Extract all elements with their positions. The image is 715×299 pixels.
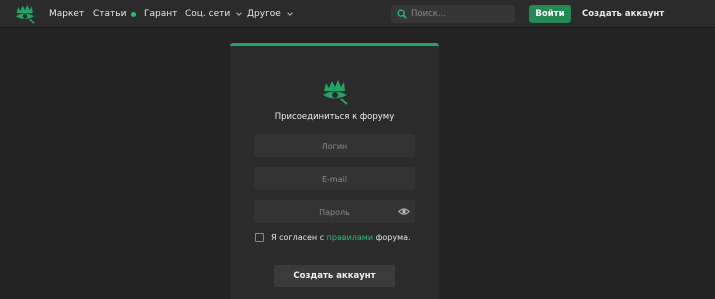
nav-articles-label: Статьи: [93, 9, 127, 19]
nav-market-label: Маркет: [49, 9, 85, 19]
nav-articles[interactable]: Статьи: [93, 0, 137, 28]
nav-social-label: Соц. сети: [185, 9, 231, 19]
terms-text-prefix: Я согласен с: [271, 233, 327, 242]
nav-other[interactable]: Другое: [247, 0, 294, 28]
nav-market[interactable]: Маркет: [49, 0, 84, 28]
terms-checkbox[interactable]: [255, 233, 264, 242]
registration-card: Присоединиться к форуму Я согласен с пра…: [230, 43, 439, 299]
terms-agreement: Я согласен с правилами форума.: [255, 233, 411, 242]
login-field: [254, 134, 415, 158]
nav-guarantor[interactable]: Гарант: [144, 0, 177, 28]
search-input[interactable]: [411, 5, 511, 23]
nav-guarantor-label: Гарант: [144, 9, 178, 19]
login-button[interactable]: Войти: [529, 5, 571, 23]
dragon-eye-logo-icon[interactable]: [14, 4, 36, 24]
create-account-link[interactable]: Создать аккаунт: [582, 0, 664, 28]
terms-text-suffix: форума.: [373, 233, 411, 242]
email-field: [254, 167, 415, 191]
email-input[interactable]: [254, 168, 415, 191]
dragon-eye-logo-icon: [323, 80, 348, 105]
rules-link[interactable]: правилами: [327, 233, 373, 242]
nav-other-label: Другое: [247, 9, 281, 19]
top-navigation-bar: Маркет Статьи Гарант Соц. сети Другое Во…: [0, 0, 715, 28]
password-field: [254, 200, 415, 224]
password-input[interactable]: [254, 201, 415, 224]
form-title: Присоединиться к форуму: [274, 112, 395, 122]
eye-icon[interactable]: [398, 206, 410, 217]
search-box: [391, 5, 515, 23]
login-input[interactable]: [254, 135, 415, 158]
create-account-button[interactable]: Создать аккаунт: [274, 265, 395, 287]
green-dot-icon: [131, 11, 137, 17]
chevron-down-icon: [287, 12, 293, 16]
nav-social[interactable]: Соц. сети: [185, 0, 243, 28]
chevron-down-icon: [236, 12, 242, 16]
search-icon[interactable]: [397, 9, 407, 19]
